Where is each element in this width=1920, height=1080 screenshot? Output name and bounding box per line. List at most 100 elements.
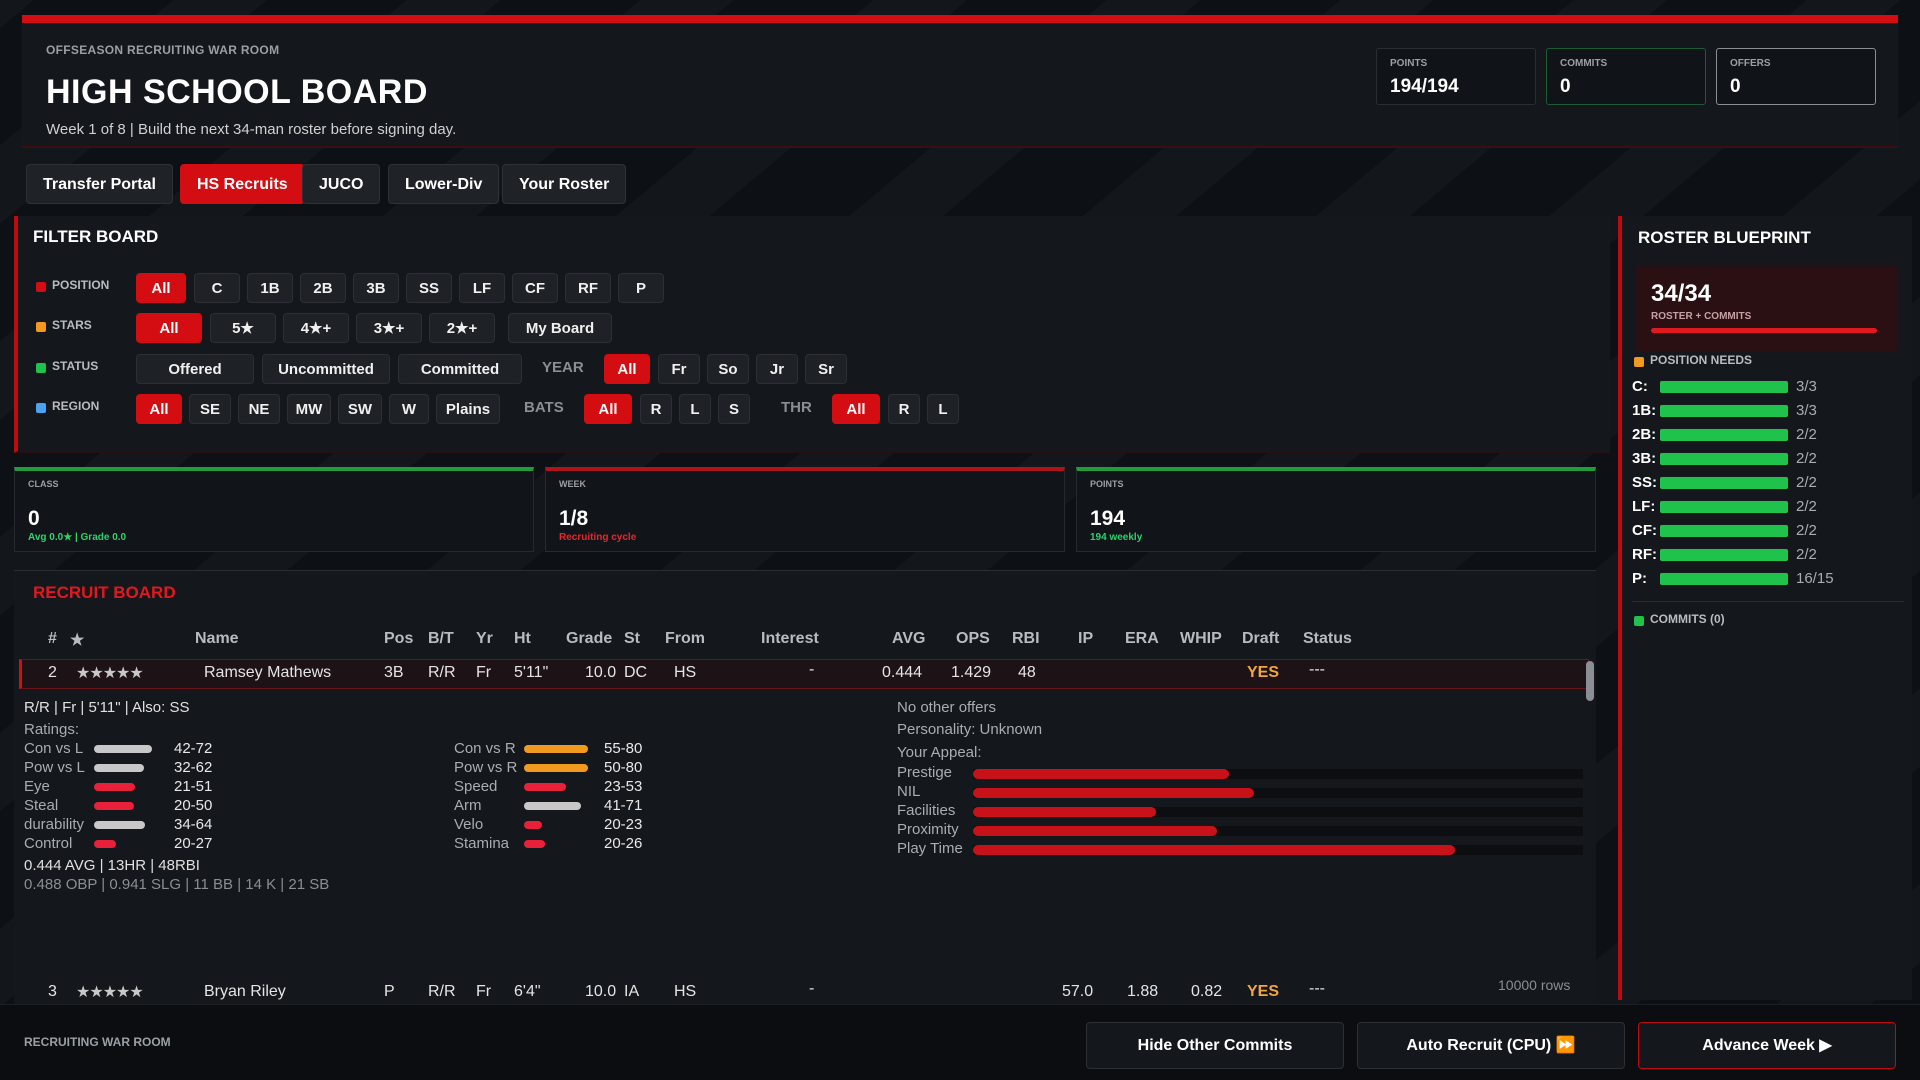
bats-chip-all[interactable]: All bbox=[584, 394, 632, 424]
rating-label: Pow vs L bbox=[24, 759, 85, 776]
position-chip-c[interactable]: C bbox=[194, 273, 240, 303]
rating-label: Stamina bbox=[454, 835, 510, 852]
col-header-grade[interactable]: Grade bbox=[566, 630, 612, 648]
tab-juco[interactable]: JUCO bbox=[302, 164, 381, 204]
board-scrollbar[interactable] bbox=[1586, 661, 1594, 701]
position-needs-dot-icon bbox=[1634, 357, 1644, 367]
position-chip-ss[interactable]: SS bbox=[406, 273, 452, 303]
row-yr: Fr bbox=[476, 983, 492, 1000]
position-chip-all[interactable]: All bbox=[136, 273, 186, 303]
col-header-whip[interactable]: WHIP bbox=[1180, 630, 1222, 648]
region-chip-se[interactable]: SE bbox=[189, 394, 231, 424]
advance-week-button[interactable]: Advance Week ▶ bbox=[1638, 1022, 1896, 1069]
col-header-interest[interactable]: Interest bbox=[761, 630, 819, 648]
stars-chip-2-plus[interactable]: 2★+ bbox=[429, 313, 495, 343]
roster-blueprint-panel: ROSTER BLUEPRINT 34/34 ROSTER + COMMITS … bbox=[1618, 216, 1912, 1000]
col-header-star[interactable]: ★ bbox=[70, 630, 84, 650]
hide-other-commits-button[interactable]: Hide Other Commits bbox=[1086, 1022, 1344, 1069]
status-chip-committed[interactable]: Committed bbox=[398, 354, 522, 384]
year-chip-jr[interactable]: Jr bbox=[756, 354, 798, 384]
commits-stat: COMMITS 0 bbox=[1546, 48, 1706, 105]
region-chip-w[interactable]: W bbox=[389, 394, 429, 424]
row-from: HS bbox=[674, 664, 697, 681]
col-header-yr[interactable]: Yr bbox=[476, 630, 493, 648]
appeal-bar bbox=[973, 826, 1217, 836]
rating-value: 21-51 bbox=[174, 778, 213, 795]
roster-count-box: 34/34 ROSTER + COMMITS bbox=[1636, 266, 1898, 351]
year-chip-so[interactable]: So bbox=[707, 354, 749, 384]
stars-chip-3-plus[interactable]: 3★+ bbox=[356, 313, 422, 343]
rating-label: Speed bbox=[454, 778, 498, 795]
offers-stat-value: 0 bbox=[1730, 76, 1741, 97]
auto-recruit-button[interactable]: Auto Recruit (CPU) ⏩ bbox=[1357, 1022, 1625, 1069]
region-chip-mw[interactable]: MW bbox=[287, 394, 331, 424]
col-header-rbi[interactable]: RBI bbox=[1012, 630, 1040, 648]
stars-label: STARS bbox=[52, 318, 92, 332]
bats-chip-s[interactable]: S bbox=[718, 394, 750, 424]
col-header-ht[interactable]: Ht bbox=[514, 630, 531, 648]
tab-your-roster[interactable]: Your Roster bbox=[502, 164, 627, 204]
col-header-ops[interactable]: OPS bbox=[956, 630, 990, 648]
appeal-bar bbox=[973, 788, 1254, 798]
col-header-name[interactable]: Name bbox=[195, 630, 239, 648]
row-status: --- bbox=[1309, 980, 1325, 997]
status-chip-offered[interactable]: Offered bbox=[136, 354, 254, 384]
position-chip-rf[interactable]: RF bbox=[565, 273, 611, 303]
position-chip-1b[interactable]: 1B bbox=[247, 273, 293, 303]
position-chip-p[interactable]: P bbox=[618, 273, 664, 303]
position-need-track bbox=[1660, 405, 1788, 417]
region-chip-plains[interactable]: Plains bbox=[436, 394, 500, 424]
row-stars: ★★★★★ bbox=[76, 665, 144, 682]
thr-chip-r[interactable]: R bbox=[888, 394, 920, 424]
roster-blueprint-title: ROSTER BLUEPRINT bbox=[1638, 228, 1811, 247]
position-chip-cf[interactable]: CF bbox=[512, 273, 558, 303]
position-need-track bbox=[1660, 525, 1788, 537]
year-chip-sr[interactable]: Sr bbox=[805, 354, 847, 384]
row-name[interactable]: Bryan Riley bbox=[204, 983, 286, 1001]
col-header-draft[interactable]: Draft bbox=[1242, 630, 1279, 648]
col-header-avg[interactable]: AVG bbox=[892, 630, 925, 648]
thr-chip-all[interactable]: All bbox=[832, 394, 880, 424]
region-chip-all[interactable]: All bbox=[136, 394, 182, 424]
commits-stat-label: COMMITS bbox=[1560, 58, 1608, 69]
col-header-pos[interactable]: Pos bbox=[384, 630, 413, 648]
col-header-from[interactable]: From bbox=[665, 630, 705, 648]
row-name[interactable]: Ramsey Mathews bbox=[204, 664, 331, 682]
region-chip-ne[interactable]: NE bbox=[238, 394, 280, 424]
tab-hs-recruits[interactable]: HS Recruits bbox=[180, 164, 305, 204]
year-chip-all[interactable]: All bbox=[604, 354, 650, 384]
rating-bar bbox=[94, 783, 135, 791]
col-header-bt[interactable]: B/T bbox=[428, 630, 454, 648]
year-chip-fr[interactable]: Fr bbox=[658, 354, 700, 384]
col-header-num[interactable]: # bbox=[48, 630, 57, 648]
position-need-label: CF: bbox=[1632, 522, 1657, 539]
stars-chip-my-board[interactable]: My Board bbox=[508, 313, 612, 343]
filter-board-panel: FILTER BOARD POSITION All C 1B 2B 3B SS … bbox=[14, 216, 1610, 453]
status-chip-uncommitted[interactable]: Uncommitted bbox=[262, 354, 390, 384]
rating-bar bbox=[94, 764, 144, 772]
col-header-era[interactable]: ERA bbox=[1125, 630, 1159, 648]
position-chip-3b[interactable]: 3B bbox=[353, 273, 399, 303]
row-ht: 6'4" bbox=[514, 983, 541, 1000]
position-chip-2b[interactable]: 2B bbox=[300, 273, 346, 303]
position-need-fill bbox=[1660, 501, 1788, 513]
col-header-ip[interactable]: IP bbox=[1078, 630, 1093, 648]
row-ops: 1.429 bbox=[951, 664, 992, 681]
commits-dot-icon bbox=[1634, 616, 1644, 626]
stars-chip-5[interactable]: 5★ bbox=[210, 313, 276, 343]
tab-transfer-portal[interactable]: Transfer Portal bbox=[26, 164, 173, 204]
position-chip-lf[interactable]: LF bbox=[459, 273, 505, 303]
row-num: 3 bbox=[48, 983, 57, 1000]
rating-bar bbox=[94, 840, 116, 848]
bats-chip-r[interactable]: R bbox=[640, 394, 672, 424]
thr-chip-l[interactable]: L bbox=[927, 394, 959, 424]
region-chip-sw[interactable]: SW bbox=[338, 394, 382, 424]
bats-chip-l[interactable]: L bbox=[679, 394, 711, 424]
stars-chip-4-plus[interactable]: 4★+ bbox=[283, 313, 349, 343]
row-interest: - bbox=[809, 661, 815, 678]
stars-chip-all[interactable]: All bbox=[136, 313, 202, 343]
tab-lower-div[interactable]: Lower-Div bbox=[388, 164, 500, 204]
col-header-st[interactable]: St bbox=[624, 630, 640, 648]
appeal-label: Play Time bbox=[897, 840, 963, 857]
col-header-status[interactable]: Status bbox=[1303, 630, 1352, 648]
